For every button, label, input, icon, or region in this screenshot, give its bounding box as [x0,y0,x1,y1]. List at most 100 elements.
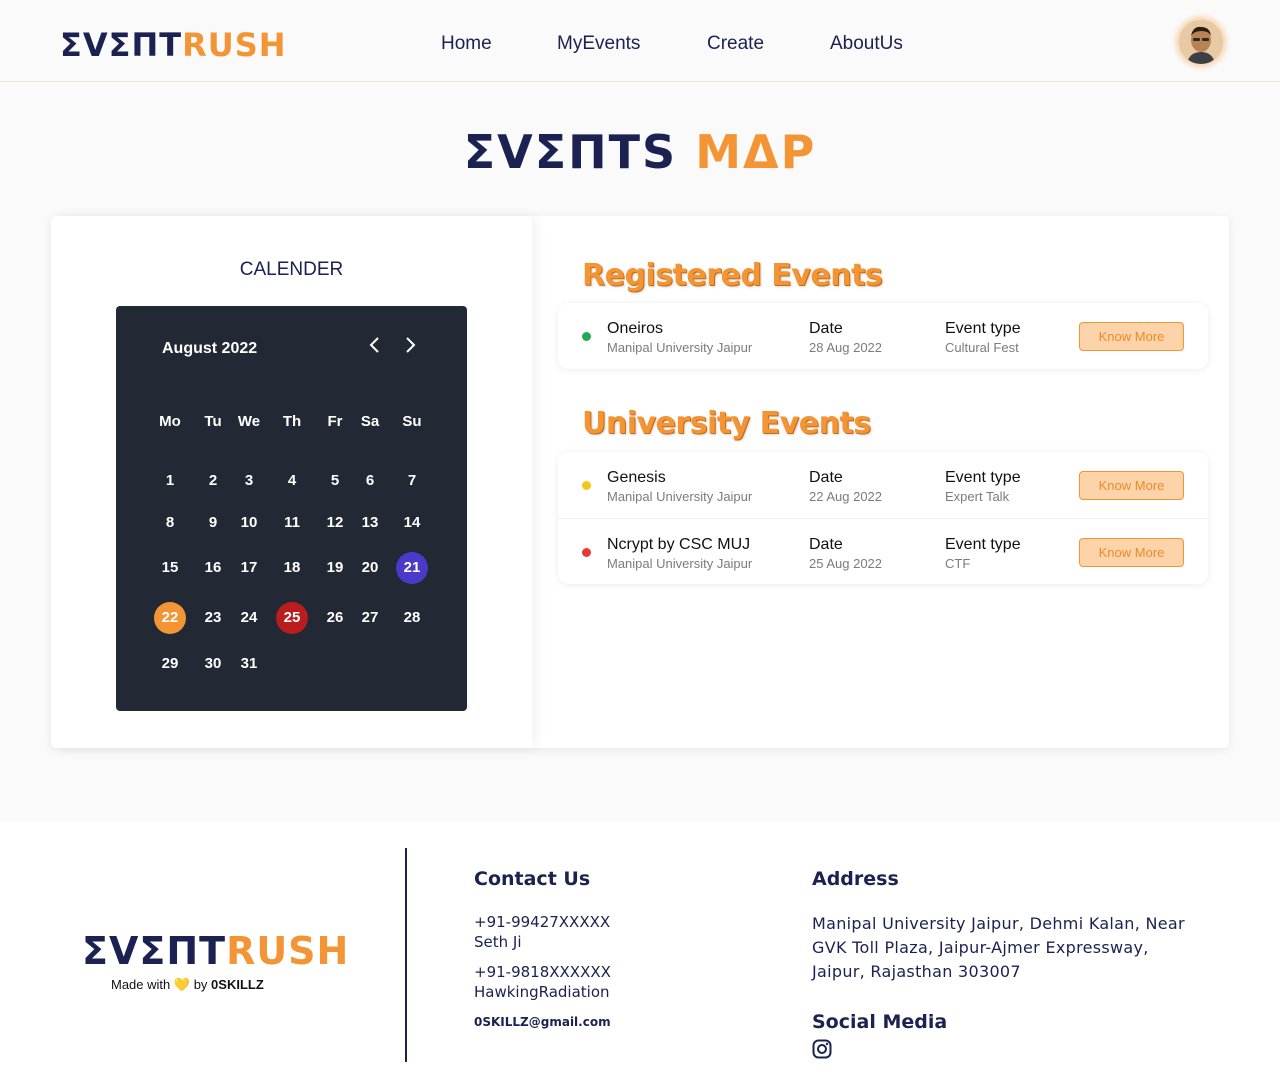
avatar[interactable] [1179,20,1223,64]
calendar-day[interactable]: 29 [154,648,186,680]
calendar-day[interactable]: 9 [197,507,229,539]
page-title-part1: ΣVΣПTS [463,125,678,179]
contact-name-1: Seth Ji [474,933,522,951]
chevron-right-icon[interactable] [403,336,417,360]
page-title-part2: MΔP [695,125,817,179]
event-type: Expert Talk [945,489,1010,504]
nav-create[interactable]: Create [707,33,764,55]
contact-phone-1[interactable]: +91-99427XXXXX [474,912,610,932]
university-events-title: University Events [582,406,871,441]
contact-phone-2[interactable]: +91-9818XXXXXX [474,962,611,982]
made-author: 0SKILLZ [211,977,264,992]
calendar-day[interactable]: 28 [396,602,428,634]
footer-divider [405,848,407,1062]
footer: ΣVΣПTRUSH Made with 💛 by 0SKILLZ Contact… [0,822,1280,1087]
event-date-label: Date [809,320,843,337]
registered-events-title: Registered Events [582,258,883,293]
calendar-day[interactable]: 3 [233,465,265,497]
header: ΣVΣПTRUSH Home MyEvents Create AboutUs [0,0,1280,82]
calendar-day[interactable]: 6 [354,465,386,497]
weekday-label: Su [402,413,422,430]
calendar-day[interactable]: 8 [154,507,186,539]
footer-logo-part1: ΣVΣПT [82,929,227,973]
calendar-day[interactable]: 12 [319,507,351,539]
weekday-label: Mo [159,413,181,430]
calendar-day[interactable]: 25 [276,602,308,634]
weekday-label: Sa [360,413,380,430]
calendar-day[interactable]: 20 [354,552,386,584]
social-media-title: Social Media [812,1011,948,1033]
calendar-day[interactable]: 21 [396,552,428,584]
weekday-label: Th [282,413,302,430]
event-place: Manipal University Jaipur [607,556,753,571]
page-title: ΣVΣПTS MΔP [0,126,1280,178]
calendar-day[interactable]: 2 [197,465,229,497]
status-dot [582,481,591,490]
university-events-card: Genesis Manipal University Jaipur Date 2… [558,452,1208,584]
user-avatar-image [1179,20,1223,64]
calendar-day[interactable]: 19 [319,552,351,584]
calendar-heading: CALENDER [239,259,344,280]
logo[interactable]: ΣVΣПTRUSH [60,27,287,63]
event-name: Genesis [607,469,666,486]
calendar-day[interactable]: 26 [319,602,351,634]
event-type-label: Event type [945,536,1021,553]
event-row: Genesis Manipal University Jaipur Date 2… [558,452,1208,518]
address-title: Address [812,868,899,890]
event-name: Oneiros [607,320,664,337]
footer-logo[interactable]: ΣVΣПTRUSH [82,930,349,972]
contact-email[interactable]: 0SKILLZ@gmail.com [474,1015,611,1029]
event-type: Cultural Fest [945,340,1019,355]
know-more-button[interactable]: Know More [1079,538,1184,567]
contact-title: Contact Us [474,868,591,890]
weekday-label: We [237,413,261,430]
weekday-label: Tu [204,413,222,430]
calendar-day[interactable]: 5 [319,465,351,497]
event-date: 25 Aug 2022 [809,556,883,571]
calendar-day[interactable]: 11 [276,507,308,539]
calendar-day[interactable]: 22 [154,602,186,634]
event-type: CTF [945,556,971,571]
calendar-day[interactable]: 24 [233,602,265,634]
calendar-day[interactable]: 14 [396,507,428,539]
calendar-day[interactable]: 15 [154,552,186,584]
calendar-day[interactable]: 18 [276,552,308,584]
calendar-day[interactable]: 7 [396,465,428,497]
calendar-month: August 2022 [162,340,258,357]
event-place: Manipal University Jaipur [607,489,753,504]
instagram-icon[interactable] [812,1039,832,1059]
address-text: Manipal University Jaipur, Dehmi Kalan, … [812,914,1185,981]
calendar-widget: August 2022 Mo Tu We Th Fr Sa Su 1 2 3 4 5 6 7 8 9 10 11 1… [116,306,467,711]
calendar-day[interactable]: 16 [197,552,229,584]
calendar-day[interactable]: 17 [233,552,265,584]
footer-logo-part2: RUSH [226,929,350,973]
weekday-label: Fr [327,413,343,430]
event-type-label: Event type [945,320,1021,337]
calendar-day[interactable]: 23 [197,602,229,634]
logo-part1: ΣVΣПT [60,26,183,64]
event-date-label: Date [809,469,843,486]
chevron-left-icon[interactable] [368,336,382,360]
registered-events-card: Oneiros Manipal University Jaipur Date 2… [558,303,1208,369]
know-more-button[interactable]: Know More [1079,322,1184,351]
event-date: 22 Aug 2022 [809,489,883,504]
calendar-section: CALENDER August 2022 Mo Tu We Th Fr Sa Su 1 2 3 4 5… [51,216,532,748]
know-more-button[interactable]: Know More [1079,471,1184,500]
event-type-label: Event type [945,469,1021,486]
heart-icon: 💛 [173,977,191,992]
calendar-day[interactable]: 30 [197,648,229,680]
event-date-label: Date [809,536,843,553]
nav-home[interactable]: Home [441,33,492,55]
calendar-day[interactable]: 10 [233,507,265,539]
events-map-panel: CALENDER August 2022 Mo Tu We Th Fr Sa Su 1 2 3 4 5… [51,216,1229,748]
nav-myevents[interactable]: MyEvents [557,33,640,55]
calendar-day[interactable]: 4 [276,465,308,497]
calendar-day[interactable]: 13 [354,507,386,539]
calendar-day[interactable]: 27 [354,602,386,634]
status-dot [582,548,591,557]
calendar-day[interactable]: 1 [154,465,186,497]
event-row: Oneiros Manipal University Jaipur Date 2… [558,303,1208,369]
calendar-day[interactable]: 31 [233,648,265,680]
nav-aboutus[interactable]: AboutUs [830,33,903,55]
made-with-text: Made with 💛 by 0SKILLZ [111,977,264,993]
